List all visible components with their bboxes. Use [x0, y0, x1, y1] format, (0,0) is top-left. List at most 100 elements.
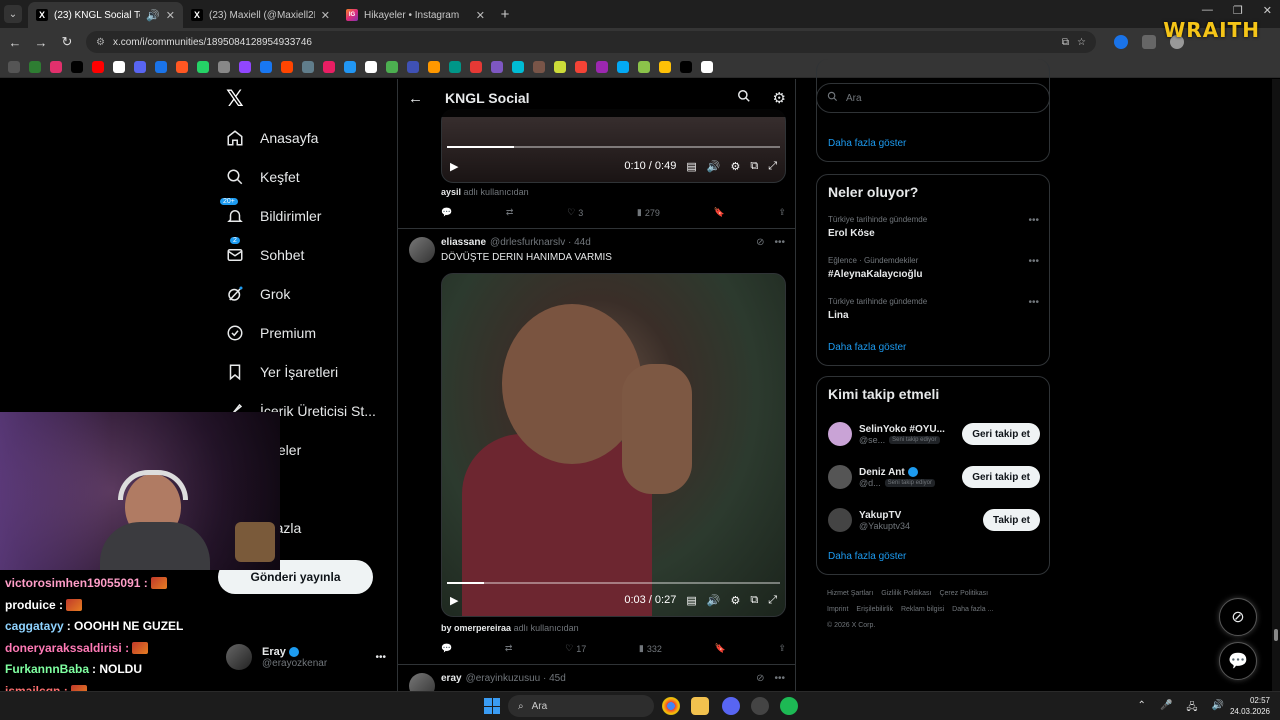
maximize-icon[interactable]: ❐ [1233, 4, 1243, 17]
install-app-icon[interactable]: ⧉ [1062, 37, 1069, 48]
follow-button[interactable]: Geri takip et [962, 423, 1040, 445]
bookmark-favicon-icon[interactable] [365, 60, 377, 73]
nav-item-messages[interactable]: 2 Sohbet [226, 237, 304, 264]
reload-icon[interactable]: ↻ [60, 34, 74, 50]
x-logo-icon[interactable]: 𝕏 [226, 87, 244, 112]
nav-item-premium[interactable]: Premium [226, 324, 316, 342]
scrollbar-thumb[interactable] [1274, 629, 1278, 641]
more-dots-icon[interactable]: ••• [1028, 215, 1039, 226]
video-scrubber[interactable] [447, 146, 780, 148]
settings-gear-icon[interactable]: ⚙ [773, 89, 786, 107]
source-user[interactable]: by omerpereiraa [441, 623, 511, 633]
follow-button[interactable]: Takip et [982, 509, 1040, 531]
tab-maxiell[interactable]: X (23) Maxiell (@Maxiell2M) / X ✕ [183, 2, 338, 28]
video-player[interactable]: ▶ 0:10 / 0:49 ▤ 🔊 ⚙ ⧉ ⤢ [441, 109, 786, 183]
like-button[interactable]: ♡ 3 [567, 207, 583, 218]
more-dots-icon[interactable]: ••• [1028, 256, 1039, 267]
back-icon[interactable]: ← [8, 35, 22, 50]
bookmark-favicon-icon[interactable] [71, 60, 83, 73]
suggested-account[interactable]: SelinYoko #OYU... @se... Seni takip ediyor… [828, 416, 1040, 452]
bookmark-icon[interactable]: 🔖 [715, 643, 726, 654]
bookmark-favicon-icon[interactable] [155, 60, 167, 73]
tab-kngl-social[interactable]: X (23) KNGL Social Topluluk / X 🔊 ✕ [28, 2, 183, 28]
discord-icon[interactable] [722, 697, 740, 715]
bookmark-favicon-icon[interactable] [281, 60, 293, 73]
bookmark-favicon-icon[interactable] [512, 60, 524, 73]
footer-link[interactable]: Reklam bilgisi [901, 606, 944, 613]
bookmark-favicon-icon[interactable] [659, 60, 671, 73]
bookmark-favicon-icon[interactable] [302, 60, 314, 73]
bookmark-favicon-icon[interactable] [680, 60, 692, 73]
search-icon[interactable] [737, 89, 751, 108]
grok-icon[interactable]: ⊘ [756, 673, 764, 684]
source-user[interactable]: aysil [441, 187, 461, 197]
author-handle[interactable]: @erayinkuzusuu · 45d [466, 673, 566, 684]
taskbar-search[interactable]: ⌕ Ara [508, 695, 654, 717]
settings-icon[interactable]: ⚙ [730, 594, 740, 607]
show-more-link[interactable]: Daha fazla göster [828, 138, 906, 149]
nav-item-grok[interactable]: Grok [226, 285, 290, 303]
bookmark-favicon-icon[interactable] [344, 60, 356, 73]
follow-button[interactable]: Geri takip et [962, 466, 1040, 488]
author-handle[interactable]: @drlesfurknarslv · 44d [490, 237, 591, 248]
grok-fab-button[interactable]: ⊘ [1219, 598, 1257, 636]
grok-icon[interactable]: ⊘ [756, 237, 764, 248]
footer-link[interactable]: Imprint [827, 606, 848, 613]
repost-icon[interactable]: ⇄ [505, 643, 513, 654]
site-info-icon[interactable]: ⚙ [96, 37, 105, 48]
nav-item-home[interactable]: Anasayfa [226, 129, 318, 147]
chrome-taskbar-icon[interactable] [662, 697, 680, 715]
extensions-puzzle-icon[interactable] [1142, 35, 1156, 49]
suggested-account[interactable]: Deniz Ant @d... Seni takip ediyor Geri taki… [828, 459, 1040, 495]
bookmark-favicon-icon[interactable] [449, 60, 461, 73]
suggested-account[interactable]: YakupTV @Yakuptv34 Takip et [828, 502, 1040, 538]
share-icon[interactable]: ⇪ [778, 207, 786, 218]
page-scrollbar[interactable] [1272, 79, 1280, 691]
bookmark-favicon-icon[interactable] [554, 60, 566, 73]
like-button[interactable]: ♡ 17 [565, 643, 586, 654]
bookmark-icon[interactable]: 🔖 [714, 207, 725, 218]
footer-link[interactable]: Çerez Politikası [939, 590, 988, 597]
minimize-icon[interactable]: — [1202, 4, 1213, 17]
captions-icon[interactable]: ▤ [686, 594, 696, 607]
share-icon[interactable]: ⇪ [778, 643, 786, 654]
avatar[interactable] [409, 673, 435, 691]
messages-fab-button[interactable]: 💬 [1219, 642, 1257, 680]
views-button[interactable]: ▮ 279 [637, 207, 660, 218]
bookmark-favicon-icon[interactable] [701, 60, 713, 73]
captions-icon[interactable]: ▤ [686, 160, 696, 173]
more-dots-icon[interactable]: ••• [774, 237, 785, 248]
bookmark-favicon-icon[interactable] [260, 60, 272, 73]
url-input[interactable]: ⚙ x.com/i/communities/189508412895493374… [86, 31, 1096, 53]
video-player[interactable]: ▶ 0:03 / 0:27 ▤ 🔊 ⚙ ⧉ ⤢ [441, 273, 786, 617]
play-icon[interactable]: ▶ [450, 160, 458, 173]
bookmark-favicon-icon[interactable] [428, 60, 440, 73]
popout-icon[interactable]: ⧉ [750, 160, 758, 173]
more-dots-icon[interactable]: ••• [375, 652, 386, 663]
repost-icon[interactable]: ⇄ [506, 207, 514, 218]
bookmark-favicon-icon[interactable] [50, 60, 62, 73]
obs-icon[interactable] [751, 697, 769, 715]
bookmark-favicon-icon[interactable] [113, 60, 125, 73]
nav-item-bookmarks[interactable]: Yer İşaretleri [226, 363, 338, 381]
bookmark-favicon-icon[interactable] [638, 60, 650, 73]
bookmark-favicon-icon[interactable] [323, 60, 335, 73]
bookmark-favicon-icon[interactable] [533, 60, 545, 73]
bookmark-favicon-icon[interactable] [218, 60, 230, 73]
play-icon[interactable]: ▶ [450, 594, 458, 607]
taskbar-clock[interactable]: 02:57 24.03.2026 [1230, 695, 1270, 717]
footer-link[interactable]: Daha fazla ... [952, 606, 993, 613]
back-arrow-icon[interactable]: ← [408, 90, 423, 107]
fullscreen-icon[interactable]: ⤢ [768, 160, 777, 173]
bookmark-favicon-icon[interactable] [29, 60, 41, 73]
close-tab-icon[interactable]: ✕ [476, 9, 485, 22]
network-icon[interactable]: 🖧 [1186, 700, 1197, 717]
bookmark-favicon-icon[interactable] [575, 60, 587, 73]
tab-instagram[interactable]: IG Hikayeler • Instagram ✕ [338, 2, 493, 28]
extension-icon[interactable] [1114, 35, 1128, 49]
microphone-icon[interactable]: 🎤 [1160, 700, 1172, 717]
bookmark-favicon-icon[interactable] [176, 60, 188, 73]
close-tab-icon[interactable]: ✕ [166, 9, 175, 22]
avatar[interactable] [409, 237, 435, 263]
close-tab-icon[interactable]: ✕ [321, 9, 330, 22]
